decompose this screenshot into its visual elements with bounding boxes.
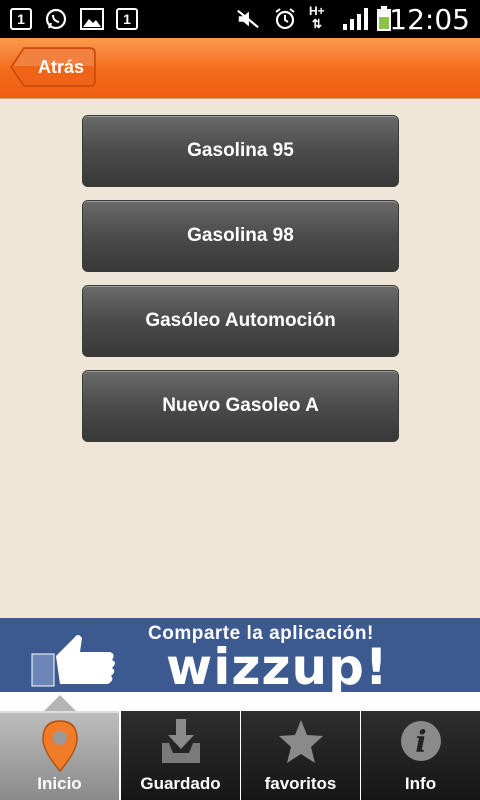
fuel-option-gasoleo-automocion[interactable]: Gasóleo Automoción xyxy=(82,285,399,357)
fuel-type-list: Gasolina 95 Gasolina 98 Gasóleo Automoci… xyxy=(82,115,399,455)
tab-favoritos[interactable]: favoritos xyxy=(241,711,360,800)
header-bar: Atrás xyxy=(0,38,480,99)
tab-label: Guardado xyxy=(140,774,221,793)
back-button-label: Atrás xyxy=(37,57,85,77)
star-icon xyxy=(241,717,360,767)
tab-label: Info xyxy=(404,774,437,793)
fuel-option-nuevo-gasoleo-a[interactable]: Nuevo Gasoleo A xyxy=(82,370,399,442)
network-type: H+ xyxy=(309,4,325,18)
notification-count-icon: 1 xyxy=(10,8,32,30)
mute-icon xyxy=(236,7,260,31)
notification-count: 1 xyxy=(123,11,131,27)
alarm-icon xyxy=(273,7,297,31)
whatsapp-icon xyxy=(44,7,68,31)
tab-inicio[interactable]: Inicio xyxy=(0,711,119,800)
fuel-option-label: Gasóleo Automoción xyxy=(145,310,336,331)
tab-info[interactable]: i Info xyxy=(361,711,480,800)
fuel-option-gasolina-98[interactable]: Gasolina 98 xyxy=(82,200,399,272)
download-tray-icon xyxy=(121,717,240,767)
tab-label: Inicio xyxy=(37,774,82,793)
bottom-tab-bar: Inicio Guardado favoritos i Info xyxy=(0,692,480,800)
fuel-option-gasolina-95[interactable]: Gasolina 95 xyxy=(82,115,399,187)
fuel-option-label: Nuevo Gasoleo A xyxy=(162,395,319,416)
data-arrows-icon: ⇅ xyxy=(311,17,322,31)
fuel-option-label: Gasolina 95 xyxy=(187,140,294,161)
fuel-option-label: Gasolina 98 xyxy=(187,225,294,246)
banner-brand: wizzup! xyxy=(166,638,389,696)
svg-text:i: i xyxy=(415,725,426,760)
signal-icon xyxy=(342,7,372,31)
clock: 12:05 xyxy=(389,3,470,36)
status-bar: 1 1 H+ ⇅ 12:05 xyxy=(0,0,480,38)
info-icon: i xyxy=(361,717,480,767)
notification-count: 1 xyxy=(17,11,25,27)
back-button[interactable]: Atrás xyxy=(10,47,96,87)
tab-label: favoritos xyxy=(264,774,337,793)
share-banner[interactable]: Comparte la aplicación! wizzup! xyxy=(0,618,480,696)
image-icon xyxy=(80,7,104,31)
location-pin-icon xyxy=(0,719,119,773)
notification-count-icon: 1 xyxy=(116,8,138,30)
tab-guardado[interactable]: Guardado xyxy=(121,711,240,800)
thumbs-up-icon xyxy=(31,635,115,687)
network-type-label: H+ ⇅ xyxy=(309,5,325,31)
active-tab-indicator xyxy=(44,695,76,711)
